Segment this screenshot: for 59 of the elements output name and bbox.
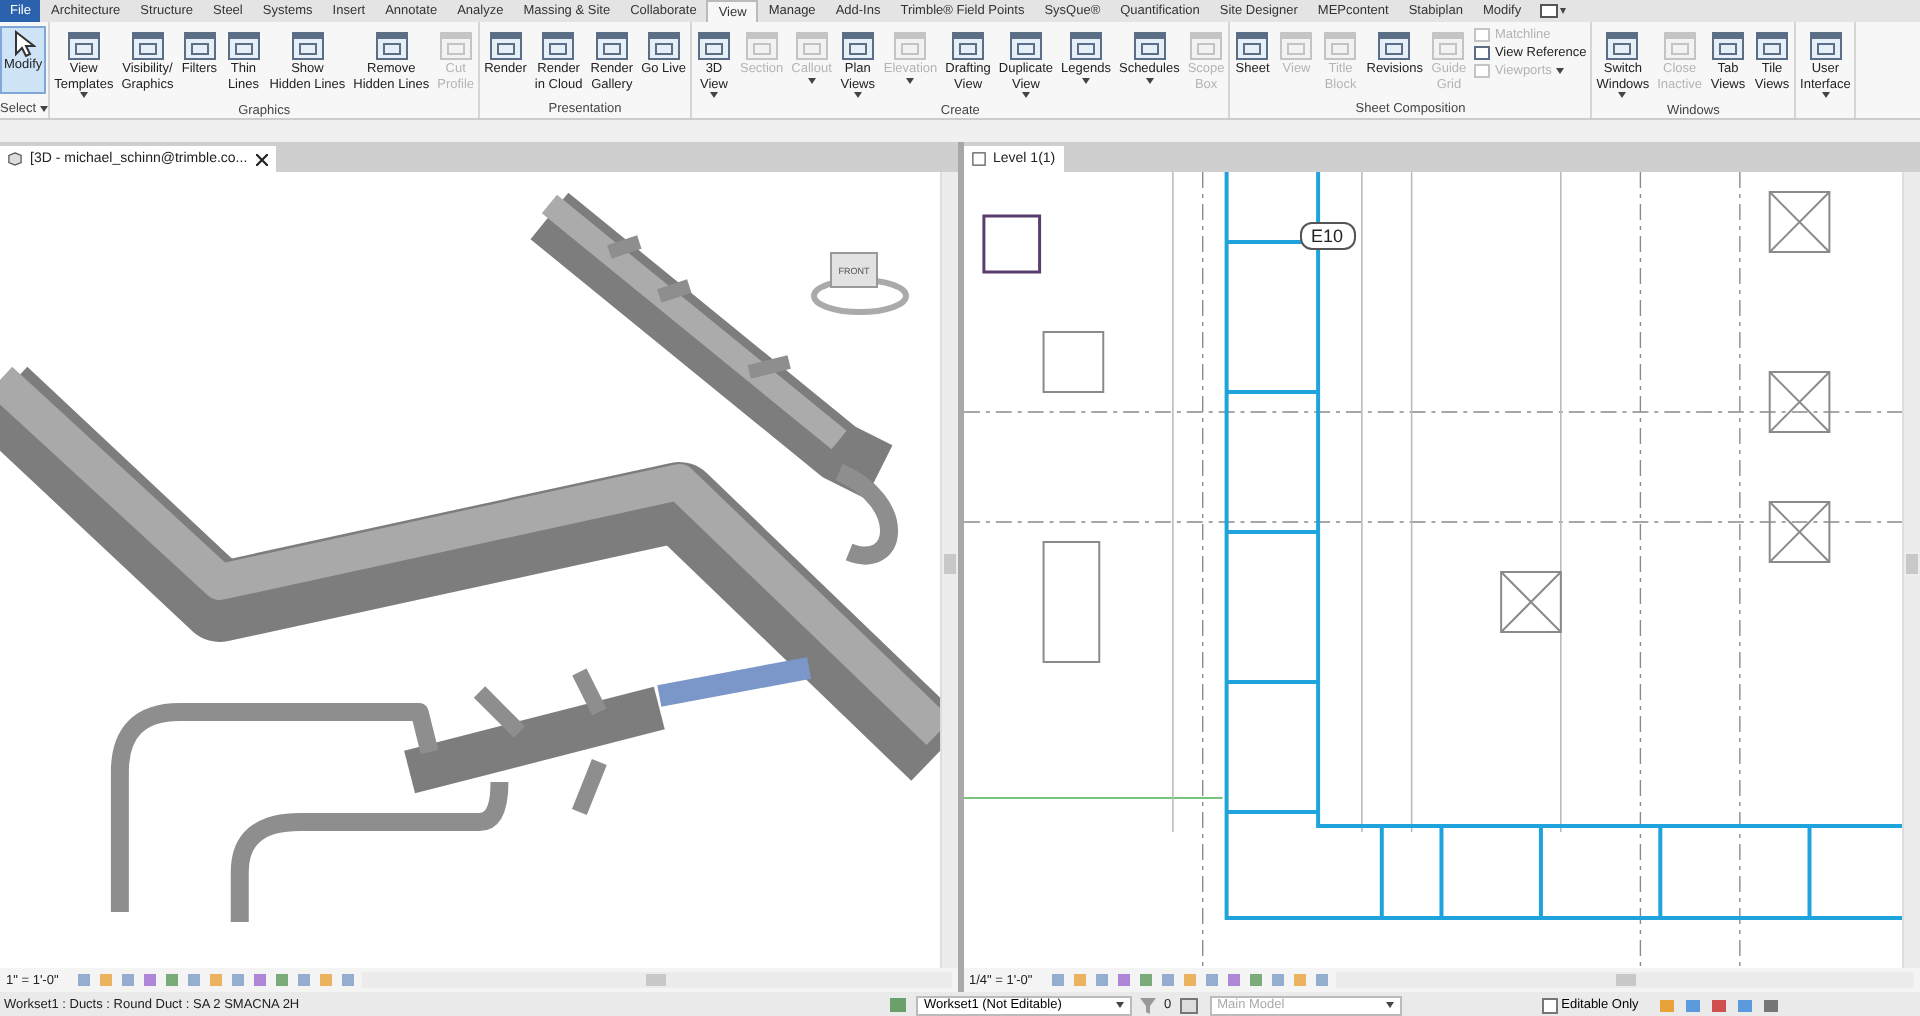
window-icon	[1068, 30, 1104, 62]
window-icon	[65, 30, 102, 62]
horizontal-scrollbar[interactable]	[362, 972, 951, 988]
window-icon	[892, 30, 929, 62]
dropdown-arrow-icon	[853, 92, 862, 98]
close-icon[interactable]	[255, 153, 268, 165]
dropdown-arrow-icon	[1618, 92, 1627, 98]
window-icon	[645, 30, 682, 62]
panel-toggle-icon[interactable]	[1539, 4, 1568, 18]
window-icon	[540, 30, 577, 62]
cube-icon	[8, 152, 22, 166]
window-icon	[181, 30, 218, 62]
window-icon	[1188, 30, 1225, 62]
cursor-icon	[11, 30, 36, 58]
dropdown-arrow-icon	[1082, 77, 1090, 83]
plan-view-icon	[971, 152, 985, 166]
view-tag: E10	[1299, 222, 1356, 250]
window-icon	[1131, 30, 1168, 62]
dropdown-arrow-icon	[906, 77, 915, 83]
window-icon	[1322, 30, 1359, 62]
window-icon	[593, 30, 630, 62]
window-icon	[1661, 30, 1698, 62]
dropdown-arrow-icon	[1116, 1002, 1124, 1008]
window-icon	[129, 30, 166, 62]
window-icon	[1604, 30, 1641, 62]
window-icon	[1754, 30, 1791, 62]
filter-icon[interactable]	[1140, 997, 1156, 1013]
window-icon	[743, 30, 780, 62]
design-options-icon[interactable]	[1179, 997, 1198, 1013]
workset-icon[interactable]	[888, 996, 908, 1014]
window-icon	[950, 30, 987, 62]
dropdown-arrow-icon	[79, 92, 88, 98]
horizontal-scrollbar[interactable]	[1336, 972, 1914, 988]
window-icon	[1807, 30, 1844, 62]
window-icon	[1710, 30, 1747, 62]
window-icon	[1376, 30, 1413, 62]
dropdown-arrow-icon	[1145, 77, 1154, 83]
window-icon	[1234, 30, 1271, 62]
dropdown-arrow-icon	[40, 106, 49, 112]
window-icon	[695, 30, 732, 62]
window-icon	[1430, 30, 1467, 62]
dropdown-arrow-icon	[709, 92, 718, 98]
window-icon	[289, 30, 326, 62]
dropdown-arrow-icon	[1021, 92, 1030, 98]
window-icon	[839, 30, 876, 62]
window-icon	[1278, 30, 1315, 62]
window-icon	[373, 30, 410, 62]
vertical-scrollbar[interactable]	[939, 172, 957, 968]
dropdown-arrow-icon	[1555, 68, 1564, 74]
window-icon	[793, 30, 830, 62]
view-cube-ring-icon[interactable]	[810, 276, 910, 316]
window-icon	[1007, 30, 1044, 62]
dropdown-arrow-icon	[1821, 92, 1830, 98]
window-icon	[437, 30, 474, 62]
window-icon	[487, 30, 524, 62]
vertical-scrollbar[interactable]	[1902, 172, 1920, 968]
dropdown-arrow-icon	[1385, 1002, 1394, 1008]
window-icon	[225, 30, 262, 62]
dropdown-arrow-icon	[807, 77, 816, 83]
